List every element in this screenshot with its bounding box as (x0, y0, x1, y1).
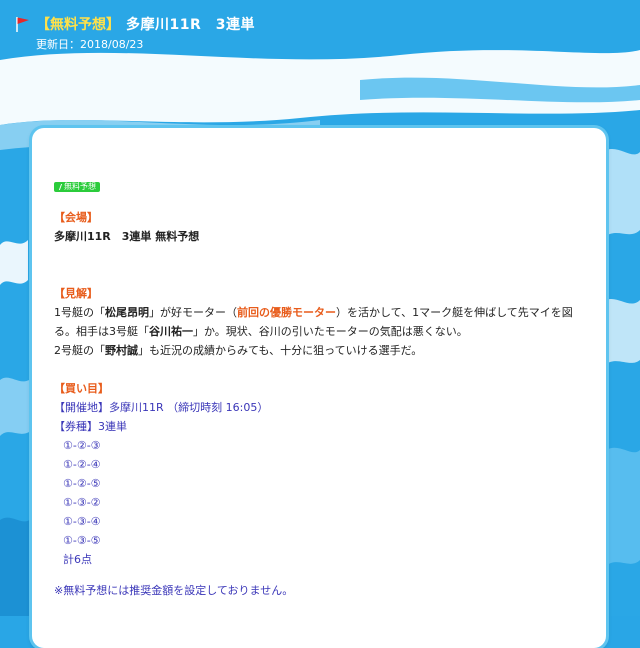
pick-combo: ①-②-④ (63, 458, 101, 471)
picks-heading: 【買い目】 (54, 382, 109, 395)
opinion-text: 1号艇の「 (54, 306, 105, 319)
opinion-heading: 【見解】 (54, 287, 98, 300)
opinion-text: 」が好モーター（ (149, 306, 237, 319)
card-content: 無料予想 【会場】 多摩川11R 3連単 無料予想 【見解】 1号艇の「松尾昂明… (54, 176, 584, 600)
racer-name: 野村誠 (105, 344, 138, 357)
racer-name: 松尾昂明 (105, 306, 149, 319)
picks-venue-line: 【開催地】多摩川11R （締切時刻 16:05） (54, 401, 269, 414)
pick-combo: ①-③-④ (63, 515, 101, 528)
picks-type-line: 【券種】3連単 (54, 420, 127, 433)
racer-name: 谷川祐一 (149, 325, 193, 338)
opinion-text: 」も近況の成績からみても、十分に狙っていける選手だ。 (138, 344, 423, 357)
opinion-body: 1号艇の「松尾昂明」が好モーター（前回の優勝モーター）を活かして、1マーク艇を伸… (54, 303, 584, 360)
pick-combo: ①-③-② (63, 496, 101, 509)
pick-combo: ①-②-⑤ (63, 477, 101, 490)
pick-combo: ①-③-⑤ (63, 534, 101, 547)
venue-heading: 【会場】 (54, 211, 98, 224)
updated-date: 更新日：2018/08/23 (36, 38, 144, 51)
opinion-text: る。相手は3号艇「 (54, 325, 149, 338)
disclaimer-note: ※無料予想には推奨金額を設定しておりません。 (54, 584, 294, 597)
title-row: 【無料予想】 多摩川11R 3連単 (14, 14, 255, 34)
prediction-card: 無料予想 【会場】 多摩川11R 3連単 無料予想 【見解】 1号艇の「松尾昂明… (32, 128, 606, 648)
motor-highlight: 前回の優勝モーター (237, 306, 336, 319)
free-prediction-badge: 無料予想 (54, 182, 100, 192)
opinion-text: 」か。現状、谷川の引いたモーターの気配は悪くない。 (193, 325, 468, 338)
opinion-text: 2号艇の「 (54, 344, 105, 357)
opinion-text: ）を活かして、1マーク艇を伸ばして先マイを図 (336, 306, 573, 319)
venue-text: 多摩川11R 3連単 無料予想 (54, 230, 200, 243)
pick-combo: ①-②-③ (63, 439, 101, 452)
picks-total: 計6点 (63, 553, 92, 566)
title-tag: 【無料予想】 (36, 17, 120, 33)
red-flag-icon (14, 15, 32, 33)
page-title: 多摩川11R 3連単 (126, 17, 256, 33)
page-header: 【無料予想】 多摩川11R 3連単 更新日：2018/08/23 (14, 14, 255, 52)
